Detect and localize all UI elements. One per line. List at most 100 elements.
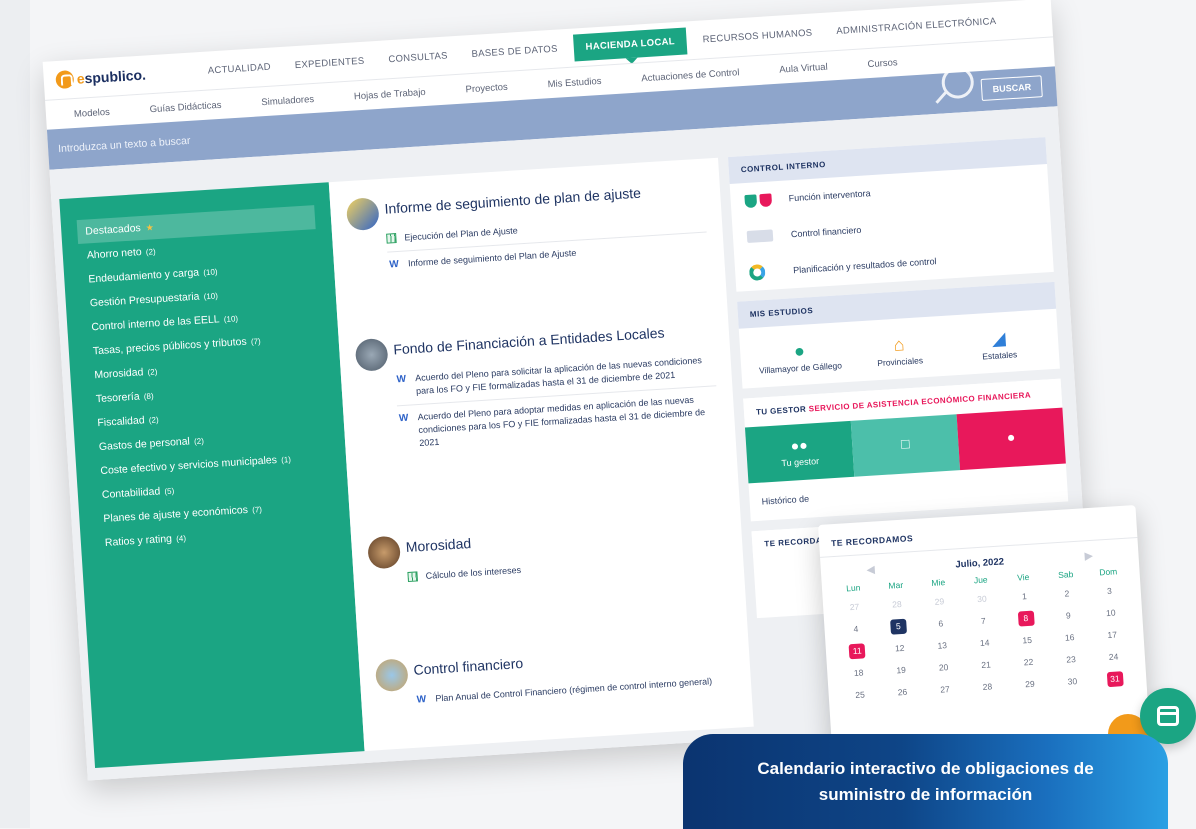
sidebar-item-label: Ratios y rating xyxy=(104,532,173,549)
calendar-weekday: Mie xyxy=(931,577,946,588)
sidebar-item-label: Contabilidad xyxy=(101,485,161,502)
spain-map-icon: ◢ xyxy=(991,328,1007,349)
calendar-weekday: Jue xyxy=(973,574,988,586)
calendar-day[interactable]: 25 xyxy=(838,686,881,704)
calendar-day[interactable]: 8 xyxy=(1004,610,1047,628)
word-doc-icon: W xyxy=(388,259,400,271)
calendar-day[interactable]: 5 xyxy=(877,618,920,636)
spreadsheet-icon xyxy=(407,571,418,582)
calendar-day[interactable]: 29 xyxy=(1008,676,1051,694)
calendar-day[interactable]: 24 xyxy=(1092,648,1135,666)
calendar-day[interactable]: 17 xyxy=(1090,626,1133,644)
calendar-day[interactable]: 27 xyxy=(923,681,966,699)
left-strip xyxy=(0,0,30,828)
calendar-weekday: Vie xyxy=(1016,571,1030,583)
documents-icon xyxy=(746,226,781,246)
main-tab-4[interactable]: HACIENDA LOCAL xyxy=(572,26,688,62)
calendar-day[interactable]: 2 xyxy=(1045,585,1088,603)
main-tab-3[interactable]: BASES DE DATOS xyxy=(471,43,558,59)
calendar-day[interactable]: 28 xyxy=(875,596,918,614)
main-tab-1[interactable]: EXPEDIENTES xyxy=(294,55,364,70)
main-tab-0[interactable]: ACTUALIDAD xyxy=(207,61,271,76)
tu-gestor-tile[interactable]: ●● Tu gestor xyxy=(744,420,855,484)
shields-icon xyxy=(744,190,779,210)
calendar-day[interactable]: 30 xyxy=(1051,673,1094,691)
calendar-day[interactable]: 27 xyxy=(833,599,876,617)
calendar-day[interactable]: 31 xyxy=(1093,670,1136,688)
calendar-weekday: Dom xyxy=(1098,566,1118,578)
calendar-day-number: 25 xyxy=(854,689,866,700)
calendar-day[interactable]: 20 xyxy=(922,659,965,677)
calendar-day-number: 30 xyxy=(1067,676,1078,687)
calendar-day[interactable]: 21 xyxy=(964,656,1007,674)
logo-icon xyxy=(55,70,75,90)
estudio-villamayor[interactable]: ● Villamayor de Gállego xyxy=(750,336,850,376)
document-title: Cálculo de los intereses xyxy=(425,564,522,581)
sidebar-item-count: (7) xyxy=(248,336,261,347)
estudio-estatales[interactable]: ◢ Estatales xyxy=(949,323,1049,363)
main-tab-5[interactable]: RECURSOS HUMANOS xyxy=(702,27,812,45)
calendar-day[interactable]: 13 xyxy=(921,637,964,655)
sub-tab-7[interactable]: Aula Virtual xyxy=(779,61,828,75)
article-block: Informe de seguimiento de plan de ajuste… xyxy=(329,158,725,283)
calendar-day[interactable]: 14 xyxy=(963,634,1006,652)
calendar-day[interactable]: 1 xyxy=(1003,588,1046,606)
calendar-day[interactable]: 19 xyxy=(879,662,922,680)
prev-month-icon[interactable]: ◀ xyxy=(867,565,875,576)
article-block: Fondo de Financiación a Entidades Locale… xyxy=(338,298,736,460)
sub-tab-0[interactable]: Modelos xyxy=(74,106,111,119)
search-button[interactable]: BUSCAR xyxy=(981,75,1043,101)
calendar-day-number: 22 xyxy=(1023,656,1034,668)
sub-tab-8[interactable]: Cursos xyxy=(867,57,898,70)
calendar-day[interactable]: 18 xyxy=(837,664,880,682)
calendar-day[interactable]: 7 xyxy=(962,612,1005,630)
calendar-day[interactable]: 9 xyxy=(1047,607,1090,625)
calendar-day[interactable]: 16 xyxy=(1048,629,1091,647)
spreadsheet-icon xyxy=(386,233,397,244)
sidebar-item-label: Planes de ajuste y económicos xyxy=(103,503,249,525)
document-title: Plan Anual de Control Financiero (régime… xyxy=(435,675,713,704)
search-input[interactable]: Introduzca un texto a buscar xyxy=(58,135,191,155)
calendar-day[interactable]: 23 xyxy=(1049,651,1092,669)
sub-tab-2[interactable]: Simuladores xyxy=(261,93,314,107)
contact-tile[interactable]: ● xyxy=(956,407,1066,471)
calendar-day[interactable]: 26 xyxy=(881,684,924,702)
word-doc-icon: W xyxy=(396,373,407,385)
sidebar-item-count: (8) xyxy=(141,391,154,402)
calendar-day[interactable]: 11 xyxy=(836,642,879,660)
sub-tab-5[interactable]: Mis Estudios xyxy=(547,75,601,89)
sidebar-item-count: (10) xyxy=(221,314,239,325)
calendar-day-number: 12 xyxy=(894,642,905,654)
calendar-day-number: 7 xyxy=(980,615,986,626)
calendar-day[interactable]: 28 xyxy=(966,678,1009,696)
sidebar-item-count: (2) xyxy=(145,367,158,378)
building-icon: ⌂ xyxy=(893,334,906,356)
calendar-day-number: 6 xyxy=(938,618,944,629)
calendar-day[interactable]: 22 xyxy=(1007,654,1050,672)
calendar-day[interactable]: 15 xyxy=(1006,632,1049,650)
espublico-logo[interactable]: e spublico. xyxy=(55,65,146,90)
sidebar-item-label: Fiscalidad xyxy=(97,414,145,430)
calendar-day[interactable]: 30 xyxy=(960,591,1003,609)
sub-tab-3[interactable]: Hojas de Trabajo xyxy=(354,86,426,101)
calendar-day[interactable]: 10 xyxy=(1089,604,1132,622)
calendar-day[interactable]: 29 xyxy=(918,593,961,611)
calendar-day-number: 4 xyxy=(853,623,859,634)
calendar-day[interactable]: 4 xyxy=(834,621,877,639)
calendar-day-number: 9 xyxy=(1065,610,1071,621)
calendar-day-number: 11 xyxy=(848,643,866,660)
calendar-day[interactable]: 6 xyxy=(919,615,962,633)
calendar-weekday: Mar xyxy=(888,579,904,591)
next-month-icon[interactable]: ▶ xyxy=(1084,551,1092,562)
sub-tab-4[interactable]: Proyectos xyxy=(465,81,508,95)
main-tab-6[interactable]: ADMINISTRACIÓN ELECTRÓNICA xyxy=(836,15,997,36)
sub-tab-6[interactable]: Actuaciones de Control xyxy=(641,67,740,84)
calendar-day-number: 13 xyxy=(937,640,948,651)
calendar-day[interactable]: 12 xyxy=(878,640,921,658)
sub-tab-1[interactable]: Guías Didácticas xyxy=(149,99,221,114)
sidebar-item-label: Morosidad xyxy=(94,366,144,382)
calendar-day[interactable]: 3 xyxy=(1088,583,1131,601)
main-tab-2[interactable]: CONSULTAS xyxy=(388,50,448,65)
documents-tile[interactable]: □ xyxy=(850,414,961,477)
estudio-provinciales[interactable]: ⌂ Provinciales xyxy=(849,330,949,370)
